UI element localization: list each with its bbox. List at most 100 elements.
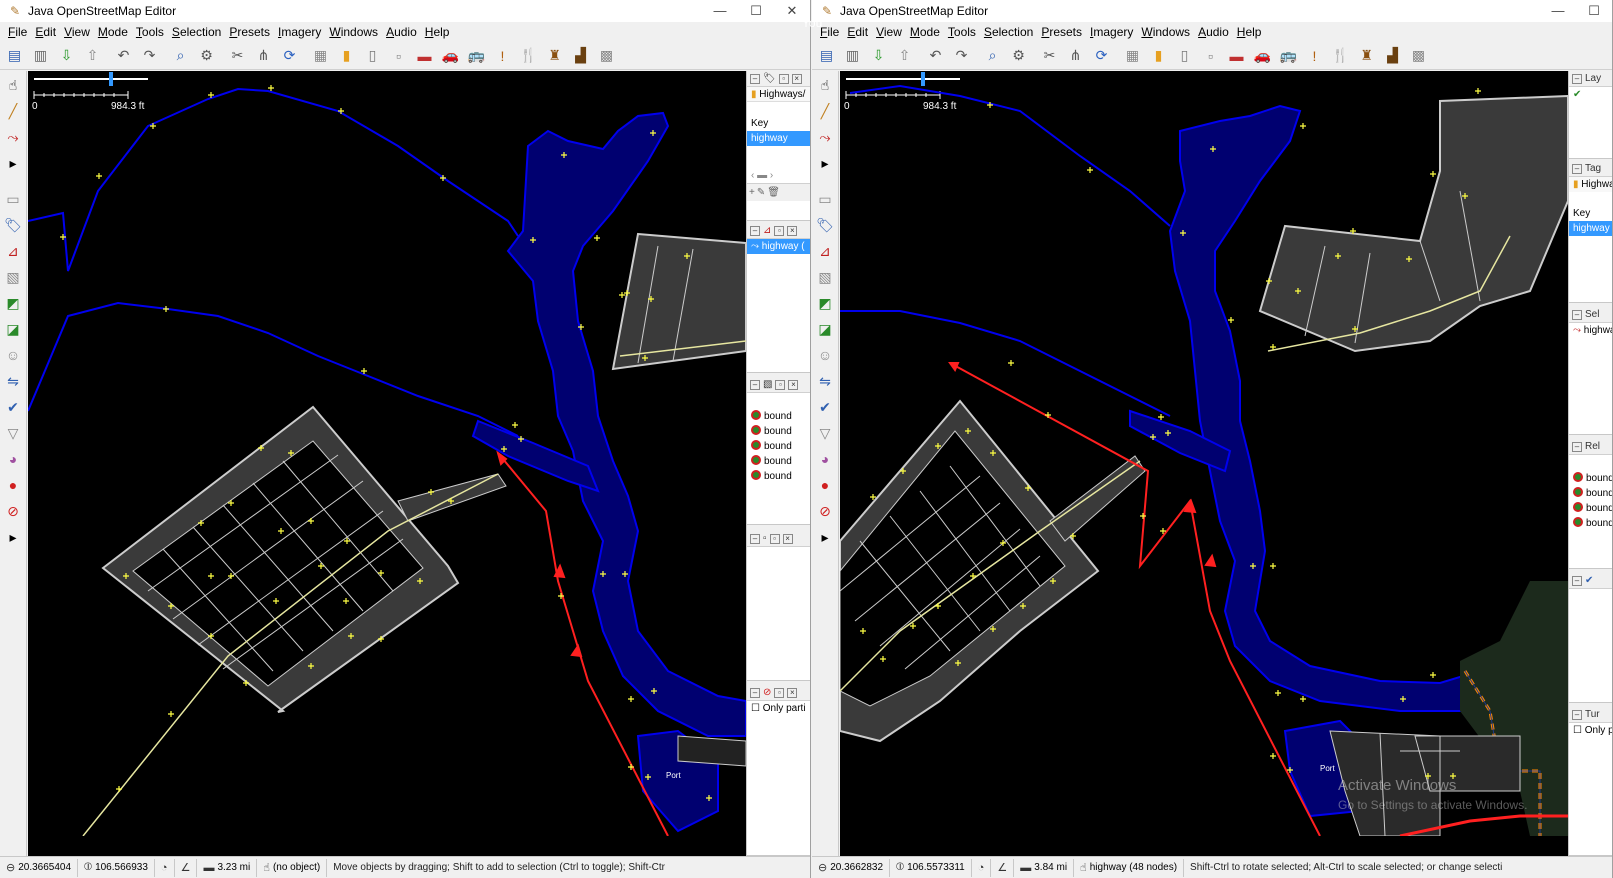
relation-row[interactable]: boundary[ — [1569, 516, 1612, 531]
relation-row[interactable]: bound — [747, 409, 810, 424]
add-tag-icon[interactable]: + — [749, 187, 755, 198]
download-icon[interactable]: ⇩ — [866, 44, 891, 68]
validation-icon[interactable]: ▦ — [1120, 44, 1145, 68]
map-canvas[interactable]: Port 0 984.3 ft — [28, 71, 746, 856]
validator-icon[interactable]: ✔ — [1, 395, 25, 419]
minimize-button[interactable]: — — [1540, 0, 1576, 22]
menu-help[interactable]: Help — [1233, 25, 1266, 39]
relation-row[interactable]: bound — [747, 424, 810, 439]
selection-item[interactable]: ⤳ highway ( — [747, 239, 810, 254]
history-icon[interactable]: ◩ — [1, 291, 25, 315]
only-participating-checkbox[interactable]: ☐ Only particip — [1569, 723, 1612, 738]
menu-view[interactable]: View — [60, 25, 94, 39]
save-icon[interactable]: ▥ — [28, 44, 53, 68]
highway-preset-icon[interactable]: ▮ — [1146, 44, 1171, 68]
relation-row[interactable]: boundary[ — [1569, 501, 1612, 516]
validator-icon[interactable]: ✔ — [813, 395, 837, 419]
industrial-icon[interactable]: ▟ — [568, 44, 593, 68]
selection-item[interactable]: ⤳ highway (50 — [1569, 323, 1612, 338]
notes-icon[interactable]: ● — [1, 473, 25, 497]
upload-icon[interactable]: ⇧ — [892, 44, 917, 68]
menu-help[interactable]: Help — [421, 25, 454, 39]
redo-icon[interactable]: ↷ — [137, 44, 162, 68]
combine-way-icon[interactable]: ⋔ — [1063, 44, 1088, 68]
industrial-icon[interactable]: ▟ — [1380, 44, 1405, 68]
improve-way-icon[interactable]: ⤳ — [1, 125, 25, 149]
split-way-icon[interactable]: ✂ — [1037, 44, 1062, 68]
turn-restriction-icon[interactable]: ⊘ — [1, 499, 25, 523]
more-presets-icon[interactable]: ▩ — [594, 44, 619, 68]
menu-windows[interactable]: Windows — [1137, 25, 1194, 39]
draw-mode-icon[interactable]: ╱ — [1, 99, 25, 123]
tag-row-highway[interactable]: highway — [747, 131, 810, 146]
expand-dialogs-icon[interactable]: ▸ — [813, 525, 837, 549]
map-canvas[interactable]: Port 0 984.3 ft Activate Windows Go to S… — [840, 71, 1568, 856]
search-icon[interactable]: ⌕ — [980, 44, 1005, 68]
highway-preset-icon[interactable]: ▮ — [334, 44, 359, 68]
bus-icon[interactable]: 🚌 — [464, 44, 489, 68]
close-panel-icon[interactable]: × — [787, 687, 798, 698]
menu-imagery[interactable]: Imagery — [1086, 25, 1137, 39]
path-preset-icon[interactable]: ▫ — [386, 44, 411, 68]
validation-icon[interactable]: ▦ — [308, 44, 333, 68]
detach-icon[interactable]: ▫ — [774, 687, 785, 698]
car-icon[interactable]: 🚗 — [1250, 44, 1275, 68]
menu-audio[interactable]: Audio — [382, 25, 421, 39]
bus-icon[interactable]: 🚌 — [1276, 44, 1301, 68]
conflict-icon[interactable]: ⇋ — [1, 369, 25, 393]
visible-check-icon[interactable]: ✔ — [1573, 89, 1581, 100]
menu-view[interactable]: View — [872, 25, 906, 39]
more-presets-icon[interactable]: ▩ — [1406, 44, 1431, 68]
redo-icon[interactable]: ↷ — [949, 44, 974, 68]
notes-icon[interactable]: ● — [813, 473, 837, 497]
collapse-icon[interactable]: – — [1572, 163, 1582, 174]
menu-imagery[interactable]: Imagery — [274, 25, 325, 39]
edit-tag-icon[interactable]: ✎ — [757, 187, 765, 198]
detach-icon[interactable]: ▫ — [769, 533, 780, 544]
selection-list-icon[interactable]: ⊿ — [1, 239, 25, 263]
menu-tools[interactable]: Tools — [944, 25, 980, 39]
layer-row[interactable]: ✔ — [1569, 87, 1612, 102]
maximize-button[interactable]: ☐ — [738, 0, 774, 22]
select-mode-icon[interactable]: ☝ — [813, 73, 837, 97]
tags-toggle-icon[interactable]: 🏷 — [813, 213, 837, 237]
relation-row[interactable]: bound — [747, 439, 810, 454]
split-way-icon[interactable]: ✂ — [225, 44, 250, 68]
close-panel-icon[interactable]: × — [787, 225, 798, 236]
collapse-icon[interactable]: – — [750, 687, 760, 698]
open-file-icon[interactable]: ▤ — [2, 44, 27, 68]
layers-toggle-icon[interactable]: ▭ — [1, 187, 25, 211]
menu-edit[interactable]: Edit — [31, 25, 60, 39]
menu-selection[interactable]: Selection — [168, 25, 225, 39]
warning-icon[interactable]: ! — [490, 44, 515, 68]
relation-row[interactable]: boundary[ — [1569, 486, 1612, 501]
menu-presets[interactable]: Presets — [225, 25, 274, 39]
close-panel-icon[interactable]: × — [782, 533, 793, 544]
author-icon[interactable]: ☺ — [1, 343, 25, 367]
relations-toggle-icon[interactable]: ▧ — [1, 265, 25, 289]
road-preset-icon[interactable]: ▯ — [360, 44, 385, 68]
food-icon[interactable]: 🍴 — [1328, 44, 1353, 68]
warning-icon[interactable]: ! — [1302, 44, 1327, 68]
detach-icon[interactable]: ▫ — [774, 225, 785, 236]
conflict-icon[interactable]: ⇋ — [813, 369, 837, 393]
collapse-icon[interactable]: – — [750, 533, 760, 544]
path-preset-icon[interactable]: ▫ — [1198, 44, 1223, 68]
menu-mode[interactable]: Mode — [906, 25, 944, 39]
close-panel-icon[interactable]: × — [791, 73, 802, 84]
close-panel-icon[interactable]: × — [788, 379, 799, 390]
improve-way-icon[interactable]: ⤳ — [813, 125, 837, 149]
upload-icon[interactable]: ⇧ — [80, 44, 105, 68]
detach-icon[interactable]: ▫ — [778, 73, 789, 84]
maximize-button[interactable]: ☐ — [1576, 0, 1612, 22]
search-icon[interactable]: ⌕ — [168, 44, 193, 68]
combine-way-icon[interactable]: ⋔ — [251, 44, 276, 68]
relation-row[interactable]: bound — [747, 469, 810, 484]
menu-edit[interactable]: Edit — [843, 25, 872, 39]
map-paint-icon[interactable]: ◪ — [813, 317, 837, 341]
tag-row-highway[interactable]: highway — [1569, 221, 1612, 236]
collapse-icon[interactable]: – — [1572, 309, 1582, 320]
refresh-icon[interactable]: ⟳ — [277, 44, 302, 68]
history-icon[interactable]: ◩ — [813, 291, 837, 315]
relation-row[interactable]: bound — [747, 454, 810, 469]
